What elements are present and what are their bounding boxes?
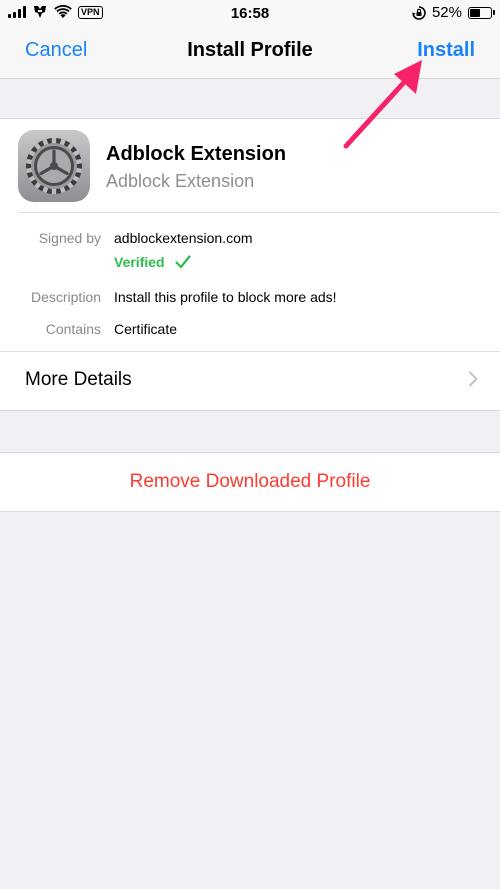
battery-icon xyxy=(468,6,495,19)
verified-status: Verified xyxy=(114,254,191,270)
more-details-row[interactable]: More Details xyxy=(0,352,500,409)
chevron-right-icon xyxy=(469,371,478,387)
contains-label: Contains xyxy=(45,321,101,337)
remove-profile-button[interactable]: Remove Downloaded Profile xyxy=(0,452,500,512)
profile-name: Adblock Extension xyxy=(106,143,287,165)
annotation-arrow-icon xyxy=(343,60,422,149)
remove-profile-label: Remove Downloaded Profile xyxy=(129,471,371,492)
status-bar: VPN 16:58 52% xyxy=(0,0,500,26)
more-details-label: More Details xyxy=(25,369,132,390)
signed-by-value: adblockextension.com xyxy=(114,230,253,246)
verified-label: Verified xyxy=(114,254,165,270)
battery-percent: 52% xyxy=(431,4,462,21)
divider xyxy=(18,212,500,213)
rotation-lock-icon xyxy=(411,5,426,20)
profile-subtitle: Adblock Extension xyxy=(106,171,255,191)
description-value: Install this profile to block more ads! xyxy=(114,289,337,305)
checkmark-icon xyxy=(174,255,191,269)
signed-by-label: Signed by xyxy=(38,230,101,246)
contains-value: Certificate xyxy=(114,321,178,337)
description-label: Description xyxy=(30,289,101,305)
settings-gear-icon xyxy=(18,130,90,202)
profile-card: Adblock Extension Adblock Extension Sign… xyxy=(0,118,500,411)
status-right: 52% xyxy=(411,4,495,21)
